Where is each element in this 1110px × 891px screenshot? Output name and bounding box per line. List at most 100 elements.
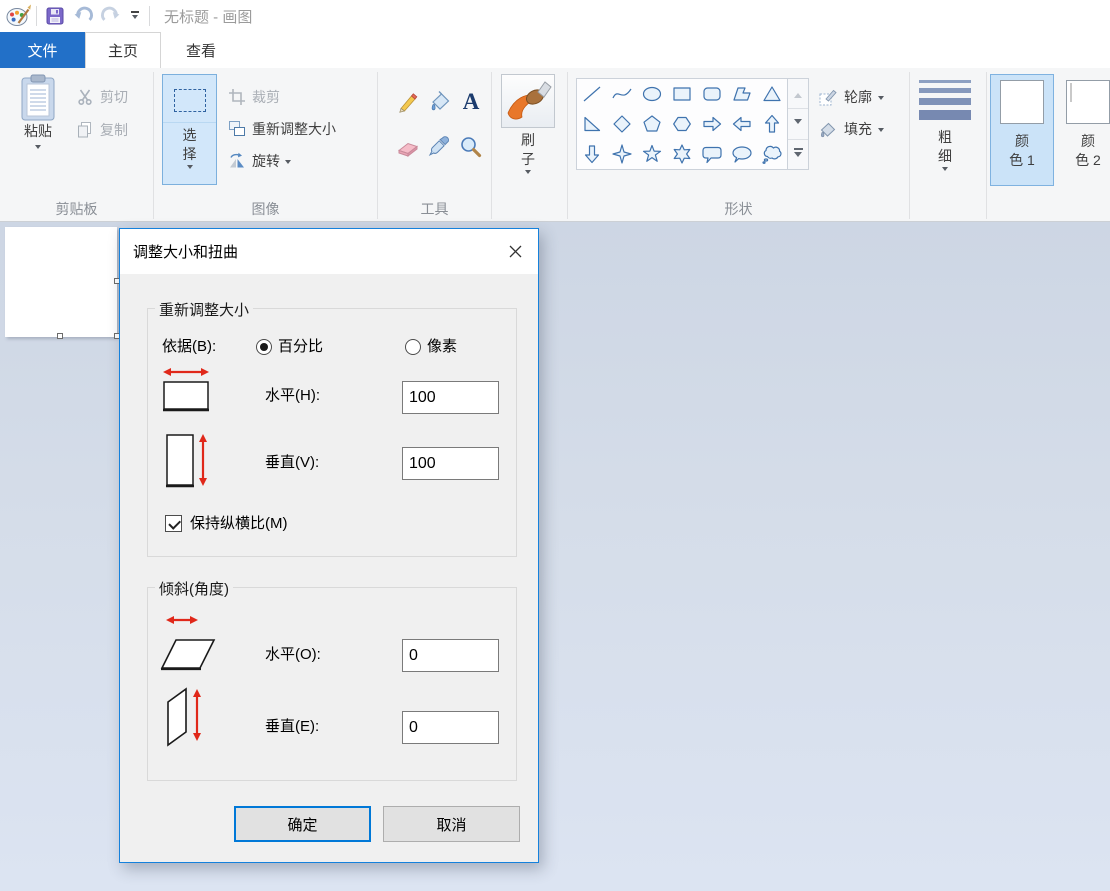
color1-button[interactable]: 颜 色 1 bbox=[990, 74, 1054, 186]
shape-right-triangle-icon[interactable] bbox=[577, 109, 607, 139]
shape-five-point-star-icon[interactable] bbox=[637, 139, 667, 169]
brush-label-line1: 刷 bbox=[521, 131, 535, 150]
clipboard-icon bbox=[19, 74, 57, 122]
horizontal-percent-input[interactable] bbox=[402, 381, 499, 414]
shape-polygon-icon[interactable] bbox=[727, 79, 757, 109]
more-bar-icon bbox=[794, 148, 803, 150]
percent-radio[interactable] bbox=[256, 339, 272, 355]
pixels-radio-label[interactable]: 像素 bbox=[427, 337, 457, 357]
paste-button[interactable]: 粘贴 bbox=[10, 74, 66, 186]
outline-button[interactable]: 轮廓 bbox=[818, 85, 884, 109]
copy-button[interactable]: 复制 bbox=[76, 118, 128, 142]
resize-group: 重新调整大小 依据(B): 百分比 像素 水平(H): 垂直(V): bbox=[147, 308, 517, 557]
shape-four-point-star-icon[interactable] bbox=[607, 139, 637, 169]
percent-radio-label[interactable]: 百分比 bbox=[278, 337, 323, 357]
maintain-aspect-checkbox[interactable] bbox=[165, 515, 182, 532]
horizontal-skew-icon bbox=[158, 612, 218, 674]
horizontal-skew-input[interactable] bbox=[402, 639, 499, 672]
pencil-tool[interactable] bbox=[394, 87, 422, 115]
pencil-icon bbox=[396, 89, 420, 113]
fill-shape-button[interactable]: 填充 bbox=[818, 117, 884, 141]
shape-ellipse-icon[interactable] bbox=[637, 79, 667, 109]
shape-rectangle-icon[interactable] bbox=[667, 79, 697, 109]
ok-button[interactable]: 确定 bbox=[234, 806, 371, 842]
vertical-skew-label: 垂直(E): bbox=[265, 717, 319, 737]
color2-label-line1: 颜 bbox=[1081, 132, 1095, 151]
fill-tool[interactable] bbox=[426, 87, 454, 115]
shapes-scroll-down-button[interactable] bbox=[788, 109, 808, 139]
color2-label-line2: 色 2 bbox=[1075, 151, 1101, 170]
color2-button[interactable]: 颜 色 2 bbox=[1056, 74, 1110, 186]
line-thickness-icon bbox=[919, 80, 971, 120]
cut-label: 剪切 bbox=[100, 87, 128, 107]
select-rectangle-icon bbox=[174, 89, 206, 112]
shape-oval-callout-icon[interactable] bbox=[727, 139, 757, 169]
size-label-line1: 粗 bbox=[938, 128, 952, 147]
select-button[interactable]: 选 择 bbox=[162, 74, 217, 185]
paint-logo-icon[interactable] bbox=[4, 3, 32, 29]
ribbon: 粘贴 剪切 复制 剪贴板 选 择 裁剪 重新调整大小 bbox=[0, 68, 1110, 222]
crop-button[interactable]: 裁剪 bbox=[228, 85, 280, 109]
dialog-titlebar[interactable]: 调整大小和扭曲 bbox=[120, 229, 538, 274]
shape-line-icon[interactable] bbox=[577, 79, 607, 109]
tab-view[interactable]: 查看 bbox=[161, 32, 241, 68]
shape-up-arrow-icon[interactable] bbox=[757, 109, 787, 139]
canvas[interactable] bbox=[5, 227, 117, 337]
shapes-gallery bbox=[576, 78, 788, 170]
shapes-more-button[interactable] bbox=[788, 140, 808, 169]
magnifier-tool[interactable] bbox=[457, 133, 485, 161]
by-label: 依据(B): bbox=[162, 337, 216, 357]
shape-diamond-icon[interactable] bbox=[607, 109, 637, 139]
shape-cloud-callout-icon[interactable] bbox=[757, 139, 787, 169]
shapes-scroll-up-button[interactable] bbox=[788, 79, 808, 109]
close-button[interactable] bbox=[493, 229, 538, 274]
horizontal-percent-label: 水平(H): bbox=[265, 386, 320, 406]
shape-hexagon-icon[interactable] bbox=[667, 109, 697, 139]
customize-qat-button[interactable] bbox=[125, 3, 145, 29]
tab-home[interactable]: 主页 bbox=[85, 32, 161, 68]
undo-button[interactable] bbox=[69, 3, 97, 29]
size-label-line2: 细 bbox=[938, 147, 952, 166]
size-button[interactable]: 粗 细 bbox=[914, 74, 976, 186]
maintain-aspect-label[interactable]: 保持纵横比(M) bbox=[190, 514, 288, 534]
group-divider bbox=[567, 72, 568, 219]
shape-six-point-star-icon[interactable] bbox=[667, 139, 697, 169]
group-divider bbox=[909, 72, 910, 219]
chevron-down-icon bbox=[525, 170, 531, 177]
shape-triangle-icon[interactable] bbox=[757, 79, 787, 109]
shape-left-arrow-icon[interactable] bbox=[727, 109, 757, 139]
shape-rounded-rectangle-icon[interactable] bbox=[697, 79, 727, 109]
vertical-skew-input[interactable] bbox=[402, 711, 499, 744]
canvas-resize-handle-bottom[interactable] bbox=[57, 333, 63, 339]
vertical-percent-input[interactable] bbox=[402, 447, 499, 480]
resize-group-title: 重新调整大小 bbox=[155, 299, 253, 320]
crop-label: 裁剪 bbox=[252, 87, 280, 107]
eraser-tool[interactable] bbox=[394, 133, 422, 161]
brush-button[interactable]: 刷 子 bbox=[496, 74, 560, 186]
save-button[interactable] bbox=[41, 3, 69, 29]
rotate-button[interactable]: 旋转 bbox=[228, 149, 291, 173]
chevron-down-icon bbox=[35, 145, 41, 152]
shape-curve-icon[interactable] bbox=[607, 79, 637, 109]
shape-rounded-callout-icon[interactable] bbox=[697, 139, 727, 169]
titlebar-separator bbox=[149, 6, 150, 26]
shape-down-arrow-icon[interactable] bbox=[577, 139, 607, 169]
cancel-button[interactable]: 取消 bbox=[383, 806, 520, 842]
divider bbox=[163, 122, 216, 123]
shape-right-arrow-icon[interactable] bbox=[697, 109, 727, 139]
redo-button[interactable] bbox=[97, 3, 125, 29]
chevron-down-icon bbox=[878, 96, 884, 103]
text-tool[interactable]: A bbox=[457, 87, 485, 115]
color1-swatch-frame bbox=[1000, 80, 1044, 124]
cut-button[interactable]: 剪切 bbox=[76, 85, 128, 109]
group-divider bbox=[491, 72, 492, 219]
outline-icon bbox=[818, 87, 838, 107]
rotate-label: 旋转 bbox=[252, 151, 280, 171]
text-tool-icon: A bbox=[463, 90, 480, 113]
color-picker-tool[interactable] bbox=[426, 133, 454, 161]
resize-button[interactable]: 重新调整大小 bbox=[228, 117, 336, 141]
shape-pentagon-icon[interactable] bbox=[637, 109, 667, 139]
chevron-down-icon bbox=[878, 128, 884, 135]
pixels-radio[interactable] bbox=[405, 339, 421, 355]
tab-file[interactable]: 文件 bbox=[0, 32, 85, 68]
